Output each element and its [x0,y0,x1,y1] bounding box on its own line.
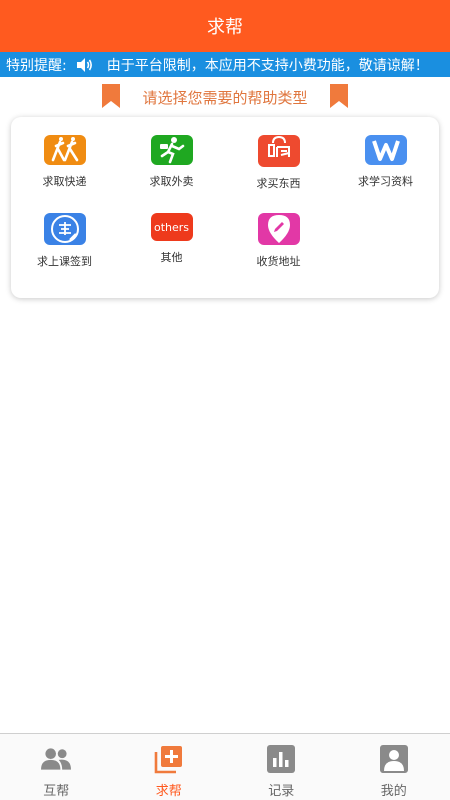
page-title: 求帮 [207,17,243,38]
category-address[interactable]: 收货地址 [225,195,332,268]
notice-message: 由于平台限制，本应用不支持小费功能，敬请谅解！ [106,57,429,74]
location-pin-icon [257,213,300,245]
category-card: 求取快递 求取外卖 求买东西 求学习资料 求上课签到 others 其他 收货地… [11,117,439,298]
category-takeout[interactable]: 求取外卖 [118,117,225,188]
people-icon [41,744,72,774]
bookmark-right-icon [330,84,348,108]
bookmark-left-icon [102,84,120,108]
app-screen: 求帮 特别提醒: 由于平台限制，本应用不支持小费功能，敬请谅解！ 请选择您需要的… [0,0,450,800]
profile-icon [379,744,409,774]
others-badge-text: others [153,220,190,234]
section-heading-text: 请选择您需要的帮助类型 [142,88,308,107]
tab-label: 互帮 [43,784,70,799]
category-label: 其他 [160,251,183,264]
speaker-icon [75,57,93,73]
tab-mutual-help[interactable]: 互帮 [0,734,113,800]
tab-records[interactable]: 记录 [225,734,338,800]
takeout-icon [150,135,193,165]
notice-bar: 特别提醒: 由于平台限制，本应用不支持小费功能，敬请谅解！ [0,52,450,77]
title-bar: 求帮 [0,0,450,52]
category-shopping[interactable]: 求买东西 [225,117,332,190]
category-label: 求取外卖 [149,175,194,188]
category-label: 求取快递 [42,175,87,188]
category-study-material[interactable]: 求学习资料 [332,117,439,188]
tab-request-help[interactable]: 求帮 [113,734,226,800]
add-request-icon [154,744,184,774]
tab-profile[interactable]: 我的 [338,734,450,800]
category-label: 求学习资料 [358,175,413,188]
category-express[interactable]: 求取快递 [11,117,118,188]
category-others[interactable]: others 其他 [118,195,225,265]
category-label: 求买东西 [256,177,301,190]
sign-in-icon [43,213,86,245]
tab-label: 记录 [268,784,295,799]
shopping-icon [257,135,300,167]
category-sign-in[interactable]: 求上课签到 [11,195,118,268]
category-label: 收货地址 [256,255,301,268]
section-heading: 请选择您需要的帮助类型 [0,84,450,110]
category-label: 求上课签到 [37,255,92,268]
notice-label: 特别提醒: [6,57,67,74]
tab-label: 我的 [380,784,407,799]
others-icon: others [150,213,193,241]
chart-icon [266,744,296,774]
study-material-icon [364,135,407,165]
express-icon [43,135,86,165]
tab-label: 求帮 [155,784,182,799]
bottom-tab-bar: 互帮 求帮 记录 我的 [0,733,450,800]
